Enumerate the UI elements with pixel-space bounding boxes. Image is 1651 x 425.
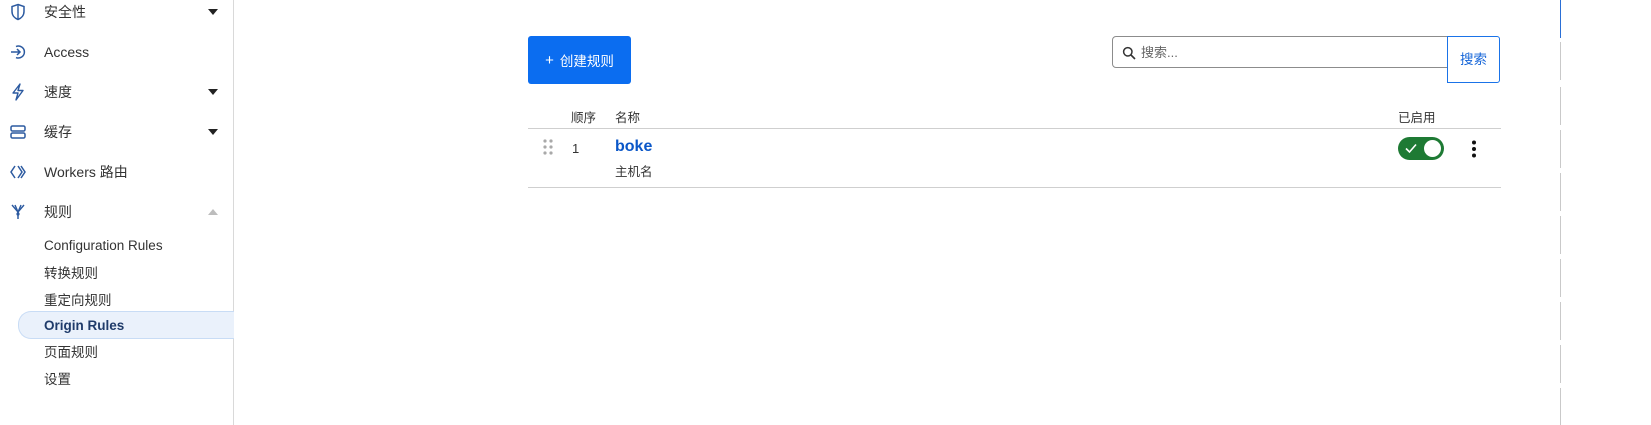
rule-description: 主机名: [615, 165, 653, 179]
plus-icon: +: [545, 51, 554, 69]
chevron-down-icon: [207, 6, 219, 18]
page: 安全性 Access 速度 缓存 Workers 路由 规则 Configura…: [0, 0, 1651, 425]
table-row-divider: [528, 187, 1501, 188]
edge-panel-fragment: [1560, 42, 1566, 80]
sidebar-item-security[interactable]: 安全性: [0, 0, 233, 32]
edge-panel-fragment: [1560, 388, 1566, 425]
search-input[interactable]: [1141, 42, 1441, 62]
shield-icon: [8, 2, 28, 22]
sidebar-item-label: 缓存: [44, 124, 72, 140]
rule-name-link[interactable]: boke: [615, 138, 652, 156]
access-icon: [8, 42, 28, 62]
edge-panel-fragment: [1560, 130, 1566, 168]
edge-panel-fragment: [1560, 345, 1566, 383]
sidebar-item-label: 速度: [44, 84, 72, 100]
edge-panel-fragment: [1560, 302, 1566, 340]
rule-order: 1: [572, 141, 580, 156]
sidebar-subitem-label: Configuration Rules: [44, 237, 163, 253]
workers-icon: [8, 162, 28, 182]
sidebar-subitem-settings[interactable]: 设置: [18, 365, 233, 391]
sidebar-item-label: Workers 路由: [44, 164, 128, 180]
rules-icon: [8, 202, 28, 222]
rule-enabled-toggle[interactable]: [1398, 137, 1444, 160]
sidebar-item-access[interactable]: Access: [0, 32, 233, 72]
sidebar: 安全性 Access 速度 缓存 Workers 路由 规则 Configura…: [0, 0, 234, 425]
sidebar-item-cache[interactable]: 缓存: [0, 112, 233, 152]
sidebar-item-label: 规则: [44, 204, 72, 220]
sidebar-subitem-page-rules[interactable]: 页面规则: [18, 338, 233, 364]
column-header-order: 顺序: [571, 111, 597, 125]
sidebar-subitem-redirect-rules[interactable]: 重定向规则: [18, 286, 233, 312]
sidebar-subitem-configuration-rules[interactable]: Configuration Rules: [18, 232, 233, 258]
search-box: [1112, 36, 1448, 68]
table-header-divider: [528, 128, 1501, 129]
edge-panel-fragment: [1560, 0, 1566, 38]
lightning-icon: [8, 82, 28, 102]
chevron-down-icon: [207, 86, 219, 98]
sidebar-item-workers-routes[interactable]: Workers 路由: [0, 152, 233, 192]
sidebar-item-speed[interactable]: 速度: [0, 72, 233, 112]
edge-panel-fragment: [1560, 173, 1566, 211]
chevron-up-icon: [207, 206, 219, 218]
toggle-knob: [1424, 140, 1441, 157]
sidebar-item-rules[interactable]: 规则: [0, 192, 233, 232]
sidebar-subitem-label: 页面规则: [44, 345, 98, 360]
sidebar-item-label: 安全性: [44, 4, 86, 20]
check-icon: [1405, 143, 1417, 154]
create-rule-button[interactable]: + 创建规则: [528, 36, 631, 84]
search-icon: [1122, 46, 1136, 60]
sidebar-item-label: Access: [44, 44, 90, 60]
search-button[interactable]: 搜索: [1447, 36, 1500, 83]
sidebar-subitem-transform-rules[interactable]: 转换规则: [18, 259, 233, 285]
sidebar-subitem-origin-rules[interactable]: Origin Rules: [18, 311, 234, 339]
more-actions-icon[interactable]: [1464, 138, 1484, 160]
create-rule-button-label: 创建规则: [559, 54, 614, 69]
drag-handle-icon[interactable]: [542, 138, 554, 158]
chevron-down-icon: [207, 126, 219, 138]
sidebar-subitem-label: 转换规则: [44, 266, 98, 281]
sidebar-subitem-label: 设置: [44, 372, 71, 387]
sidebar-subitem-label: 重定向规则: [44, 293, 112, 308]
edge-panel-fragment: [1560, 216, 1566, 254]
sidebar-subitem-label: Origin Rules: [44, 317, 125, 333]
edge-panel-fragment: [1560, 259, 1566, 297]
cache-icon: [8, 122, 28, 142]
column-header-enabled: 已启用: [1398, 111, 1436, 125]
edge-panel-fragment: [1560, 87, 1566, 125]
column-header-name: 名称: [615, 111, 641, 125]
